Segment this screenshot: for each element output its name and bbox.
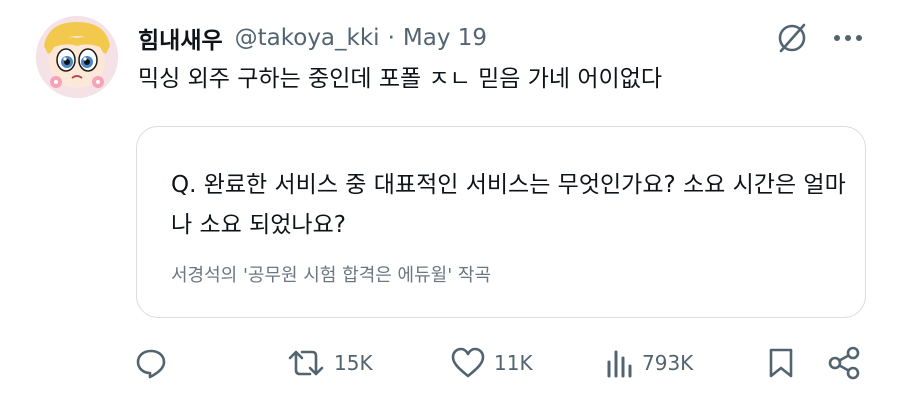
tweet-date[interactable]: May 19 — [403, 25, 487, 51]
retweet-button[interactable]: 15K — [286, 340, 373, 386]
views-count: 793K — [642, 351, 694, 375]
like-count: 11K — [494, 351, 533, 375]
bookmark-button[interactable] — [766, 340, 796, 386]
quoted-card[interactable]: Q. 완료한 서비스 중 대표적인 서비스는 무엇인가요? 소요 시간은 얼마나… — [136, 126, 866, 318]
more-dots-icon — [834, 35, 862, 41]
views-button[interactable]: 793K — [604, 340, 693, 386]
display-name[interactable]: 힘내새우 — [138, 21, 223, 55]
share-icon — [828, 346, 860, 380]
grok-button[interactable] — [770, 18, 814, 58]
heart-icon — [451, 347, 485, 378]
card-source: 서경석의 '공무원 시험 합격은 에듀윌' 작곡 — [171, 265, 492, 286]
retweet-count: 15K — [334, 351, 373, 375]
views-chart-icon — [607, 350, 632, 378]
like-button[interactable]: 11K — [450, 340, 533, 386]
reply-button[interactable] — [134, 340, 168, 386]
tweet-text: 믹싱 외주 구하는 중인데 포폴 ㅈㄴ 믿음 가네 어이없다 — [138, 66, 663, 92]
share-button[interactable] — [826, 340, 862, 386]
action-bar: 15K 11K 793K — [0, 340, 900, 386]
grok-icon — [778, 23, 806, 53]
avatar[interactable] — [36, 16, 118, 98]
reply-icon — [136, 349, 166, 379]
user-handle[interactable]: @takoya_kki — [235, 25, 380, 51]
tweet-header: 힘내새우 @takoya_kki · May 19 — [138, 18, 487, 58]
more-options-button[interactable] — [826, 18, 870, 58]
bookmark-icon — [769, 348, 793, 378]
retweet-icon — [288, 350, 324, 376]
separator-dot: · — [387, 25, 395, 51]
card-question: Q. 완료한 서비스 중 대표적인 서비스는 무엇인가요? 소요 시간은 얼마나… — [171, 172, 846, 238]
